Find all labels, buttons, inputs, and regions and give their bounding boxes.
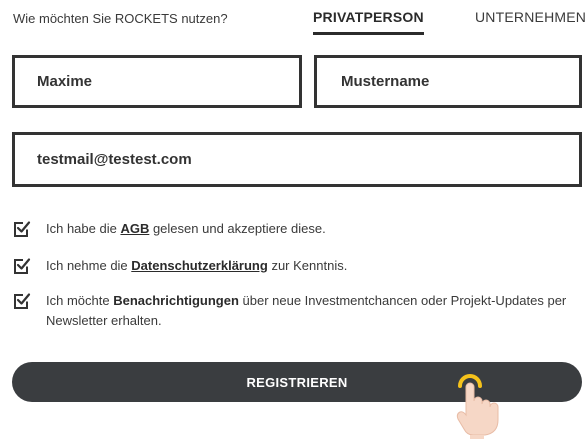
first-name-field[interactable] bbox=[12, 55, 302, 108]
agb-consent-row: Ich habe die AGB gelesen und akzeptiere … bbox=[13, 219, 326, 239]
checkbox-checked-icon[interactable] bbox=[13, 257, 31, 275]
email-field[interactable] bbox=[12, 132, 582, 187]
privacy-policy-link[interactable]: Datenschutzerklärung bbox=[131, 258, 268, 273]
last-name-field[interactable] bbox=[314, 55, 582, 108]
tab-unternehmen[interactable]: UNTERNEHMEN bbox=[475, 9, 586, 25]
tap-hand-icon bbox=[456, 374, 499, 439]
tab-privatperson[interactable]: PRIVATPERSON bbox=[313, 9, 424, 35]
agb-consent-text: Ich habe die AGB gelesen und akzeptiere … bbox=[46, 221, 326, 236]
agb-link[interactable]: AGB bbox=[120, 221, 149, 236]
newsletter-consent-row: Ich möchte Benachrichtigungen über neue … bbox=[13, 291, 578, 331]
first-name-input[interactable] bbox=[15, 58, 299, 105]
email-input[interactable] bbox=[15, 135, 579, 184]
checkbox-checked-icon[interactable] bbox=[13, 220, 31, 238]
privacy-consent-row: Ich nehme die Datenschutzerklärung zur K… bbox=[13, 256, 347, 276]
privacy-consent-text: Ich nehme die Datenschutzerklärung zur K… bbox=[46, 258, 348, 273]
checkbox-checked-icon[interactable] bbox=[13, 292, 31, 310]
newsletter-consent-text: Ich möchte Benachrichtigungen über neue … bbox=[46, 293, 567, 328]
question-label: Wie möchten Sie ROCKETS nutzen? bbox=[13, 11, 228, 26]
last-name-input[interactable] bbox=[317, 58, 579, 105]
